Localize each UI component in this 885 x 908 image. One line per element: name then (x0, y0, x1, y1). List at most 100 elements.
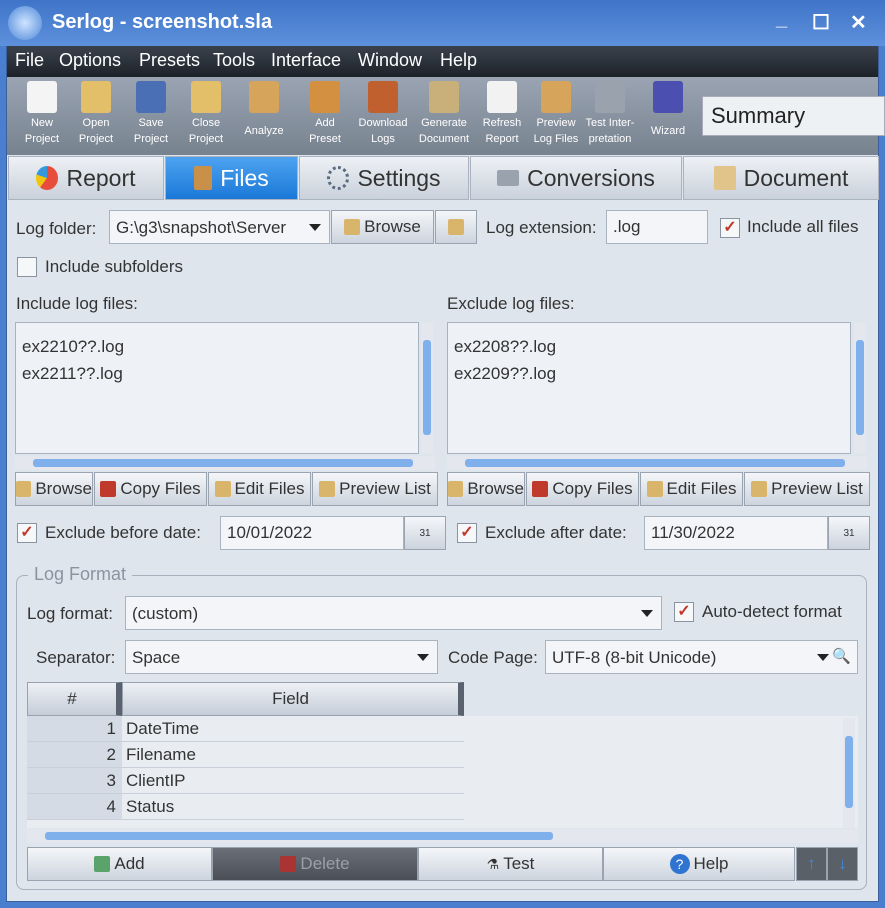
tab-files[interactable]: Files (165, 156, 298, 200)
toolbar-label: Report (485, 133, 519, 145)
include-vertical-scrollbar[interactable] (421, 322, 433, 454)
refresh-icon (487, 81, 517, 113)
toolbar-button-open[interactable]: Open Project (69, 81, 123, 147)
column-header-field[interactable]: Field (122, 682, 464, 716)
preview-icon (319, 481, 336, 497)
toolbar-button-analyze[interactable]: Analyze (237, 81, 291, 139)
include-preview-list-button[interactable]: Preview List (312, 472, 438, 506)
list-item[interactable]: ex2208??.log (454, 333, 844, 360)
toolbar-label: Log Files (533, 133, 579, 145)
calendar-before-button[interactable]: 31 (404, 516, 446, 550)
toolbar-label: Project (133, 133, 169, 145)
tab-document[interactable]: Document (683, 156, 879, 200)
move-down-button[interactable]: ↓ (827, 847, 858, 881)
toolbar-label: Save (138, 117, 164, 129)
summary-field[interactable] (702, 96, 885, 136)
menu-bar: File Options Presets Tools Interface Win… (7, 46, 878, 77)
exclude-before-date[interactable] (220, 516, 404, 550)
folder-icon (448, 219, 464, 235)
add-table-icon (94, 856, 111, 872)
toolbar-button-new[interactable]: New Project (15, 81, 69, 147)
browse-icon (16, 481, 32, 497)
menu-help[interactable]: Help (440, 50, 477, 71)
help-button[interactable]: ? Help (603, 847, 795, 881)
grid-vertical-scrollbar[interactable] (843, 718, 855, 828)
grid-horizontal-scrollbar[interactable] (27, 829, 858, 843)
toolbar-label: Open (82, 117, 110, 129)
add-field-button[interactable]: Add (27, 847, 212, 881)
menu-options[interactable]: Options (59, 50, 121, 71)
exclude-edit-files-button[interactable]: Edit Files (640, 472, 743, 506)
auto-detect-checkbox[interactable]: ✓ (674, 602, 694, 622)
calendar-after-button[interactable]: 31 (828, 516, 870, 550)
code-page-select[interactable]: UTF-8 (8-bit Unicode) 🔍 (545, 640, 858, 674)
toolbar-button-refresh[interactable]: Refresh Report (475, 81, 529, 147)
close-button[interactable]: ✕ (850, 10, 867, 35)
microscope-icon: ⚗ (486, 855, 500, 872)
toolbar-button-generate[interactable]: Generate Document (417, 81, 471, 147)
exclude-preview-list-button[interactable]: Preview List (744, 472, 870, 506)
chevron-down-icon (417, 654, 429, 661)
pie-chart-icon (36, 166, 59, 190)
calendar-icon: 31 (419, 527, 431, 539)
exclude-after-date[interactable] (644, 516, 828, 550)
list-item[interactable]: ex2211??.log (22, 360, 412, 387)
include-edit-files-button[interactable]: Edit Files (208, 472, 311, 506)
table-row[interactable]: 1 DateTime (27, 716, 464, 742)
new-file-icon (27, 81, 57, 113)
exclude-vertical-scrollbar[interactable] (854, 322, 866, 454)
tab-conversions[interactable]: Conversions (470, 156, 682, 200)
table-row[interactable]: 3 ClientIP (27, 768, 464, 794)
exclude-before-checkbox[interactable]: ✓ (17, 523, 37, 543)
menu-presets[interactable]: Presets (139, 50, 200, 71)
test-button[interactable]: ⚗ Test (418, 847, 603, 881)
exclude-horizontal-scrollbar[interactable] (447, 456, 867, 470)
move-up-button[interactable]: ↑ (796, 847, 827, 881)
menu-tools[interactable]: Tools (213, 50, 255, 71)
include-copy-files-button[interactable]: Copy Files (94, 472, 207, 506)
include-horizontal-scrollbar[interactable] (15, 456, 435, 470)
exclude-copy-files-button[interactable]: Copy Files (526, 472, 639, 506)
open-folder-button[interactable] (435, 210, 477, 244)
toolbar-button-close[interactable]: Close Project (179, 81, 233, 147)
log-folder-select[interactable]: G:\g3\snapshot\Server (109, 210, 330, 244)
toolbar-button-preview[interactable]: Preview Log Files (529, 81, 583, 147)
toolbar-button-add[interactable]: Add Preset (298, 81, 352, 147)
calendar-icon: 31 (843, 527, 855, 539)
title-bar: Serlog - screenshot.sla _ ☐ ✕ (0, 0, 885, 46)
log-format-select[interactable]: (custom) (125, 596, 662, 630)
download-scroll-icon (368, 81, 398, 113)
table-row[interactable]: 2 Filename (27, 742, 464, 768)
menu-interface[interactable]: Interface (271, 50, 341, 71)
tab-report[interactable]: Report (8, 156, 164, 200)
include-browse-button[interactable]: Browse (15, 472, 93, 506)
include-files-list[interactable]: ex2210??.log ex2211??.log (15, 322, 419, 454)
separator-select[interactable]: Space (125, 640, 438, 674)
exclude-after-checkbox[interactable]: ✓ (457, 523, 477, 543)
toolbar-button-save[interactable]: Save Project (124, 81, 178, 147)
toolbar-button-wizard[interactable]: Wizard (641, 81, 695, 139)
menu-window[interactable]: Window (358, 50, 422, 71)
include-all-files-checkbox[interactable]: ✓ (720, 218, 740, 238)
list-item[interactable]: ex2209??.log (454, 360, 844, 387)
table-row[interactable]: 4 Status (27, 794, 464, 820)
toolbar-button-download[interactable]: Download Logs (356, 81, 410, 147)
column-header-number[interactable]: # (27, 682, 122, 716)
list-item[interactable]: ex2210??.log (22, 333, 412, 360)
toolbar-label: Document (418, 133, 470, 145)
stamp-icon (310, 81, 340, 113)
minimize-button[interactable]: _ (776, 8, 787, 31)
log-extension-input[interactable] (606, 210, 708, 244)
tab-settings[interactable]: Settings (299, 156, 469, 200)
menu-file[interactable]: File (15, 50, 44, 71)
include-subfolders-checkbox[interactable] (17, 257, 37, 277)
toolbar-label: Download (358, 117, 408, 129)
exclude-browse-button[interactable]: Browse (447, 472, 525, 506)
exclude-files-list[interactable]: ex2208??.log ex2209??.log (447, 322, 851, 454)
app-logo-icon (8, 6, 42, 40)
maximize-button[interactable]: ☐ (812, 10, 830, 35)
toolbar-button-testinter[interactable]: Test Inter-pretation (583, 81, 637, 147)
delete-field-button[interactable]: Delete (212, 847, 418, 881)
browse-folder-button[interactable]: Browse (331, 210, 434, 244)
copy-icon (532, 481, 549, 497)
